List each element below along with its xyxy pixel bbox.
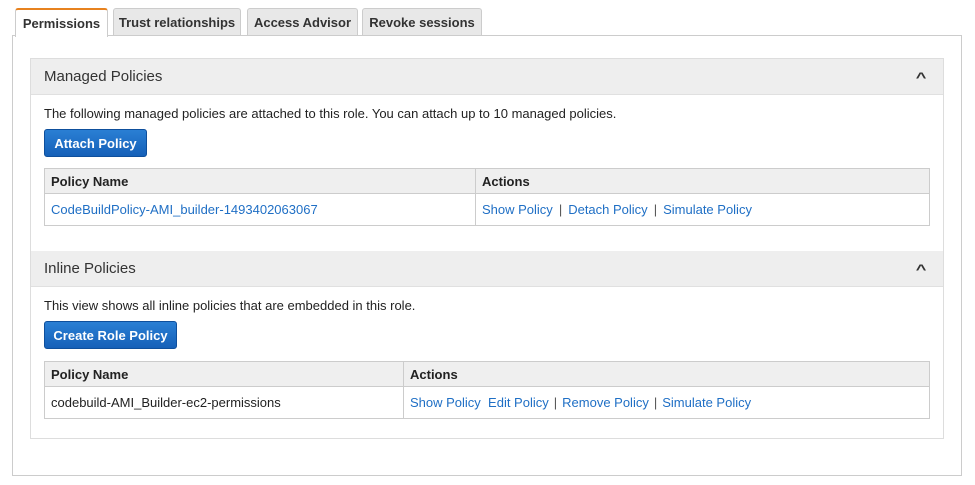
managed-policies-table: Policy Name Actions CodeBuildPolicy-AMI_b… (44, 168, 930, 226)
separator: | (653, 202, 658, 217)
column-header: Actions (403, 361, 930, 387)
remove-policy-link[interactable]: Remove Policy (562, 395, 649, 410)
tab-permissions[interactable]: Permissions (15, 8, 108, 37)
table-row: codebuild-AMI_Builder-ec2-permissions Sh… (44, 386, 930, 419)
create-role-policy-button[interactable]: Create Role Policy (44, 321, 177, 349)
separator: | (653, 395, 658, 410)
managed-policies-header[interactable]: Managed Policies ^ (31, 59, 943, 95)
show-policy-link[interactable]: Show Policy (482, 202, 553, 217)
separator: | (558, 202, 563, 217)
section-description: This view shows all inline policies that… (44, 298, 416, 313)
separator: | (553, 395, 558, 410)
column-header: Policy Name (44, 361, 404, 387)
show-policy-link[interactable]: Show Policy (410, 395, 481, 410)
chevron-up-icon[interactable]: ^ (916, 69, 927, 85)
inline-policies-section: Inline Policies ^ This view shows all in… (30, 251, 944, 439)
section-title: Managed Policies (44, 68, 163, 85)
detach-policy-link[interactable]: Detach Policy (568, 202, 647, 217)
policy-name: codebuild-AMI_Builder-ec2-permissions (44, 386, 404, 419)
table-row: CodeBuildPolicy-AMI_builder-149340206306… (44, 193, 930, 226)
edit-policy-link[interactable]: Edit Policy (488, 395, 549, 410)
tab-revoke-sessions[interactable]: Revoke sessions (362, 8, 482, 36)
column-header: Actions (475, 168, 930, 194)
section-title: Inline Policies (44, 260, 136, 277)
inline-policies-table: Policy Name Actions codebuild-AMI_Builder… (44, 361, 930, 419)
policy-name-link[interactable]: CodeBuildPolicy-AMI_builder-149340206306… (51, 202, 318, 217)
simulate-policy-link[interactable]: Simulate Policy (662, 395, 751, 410)
column-header: Policy Name (44, 168, 476, 194)
attach-policy-button[interactable]: Attach Policy (44, 129, 147, 157)
inline-policies-header[interactable]: Inline Policies ^ (31, 251, 943, 287)
section-description: The following managed policies are attac… (44, 106, 617, 121)
chevron-up-icon[interactable]: ^ (916, 261, 927, 277)
simulate-policy-link[interactable]: Simulate Policy (663, 202, 752, 217)
managed-policies-section: Managed Policies ^ The following managed… (30, 58, 944, 252)
tab-trust-relationships[interactable]: Trust relationships (113, 8, 241, 36)
tab-access-advisor[interactable]: Access Advisor (247, 8, 358, 36)
